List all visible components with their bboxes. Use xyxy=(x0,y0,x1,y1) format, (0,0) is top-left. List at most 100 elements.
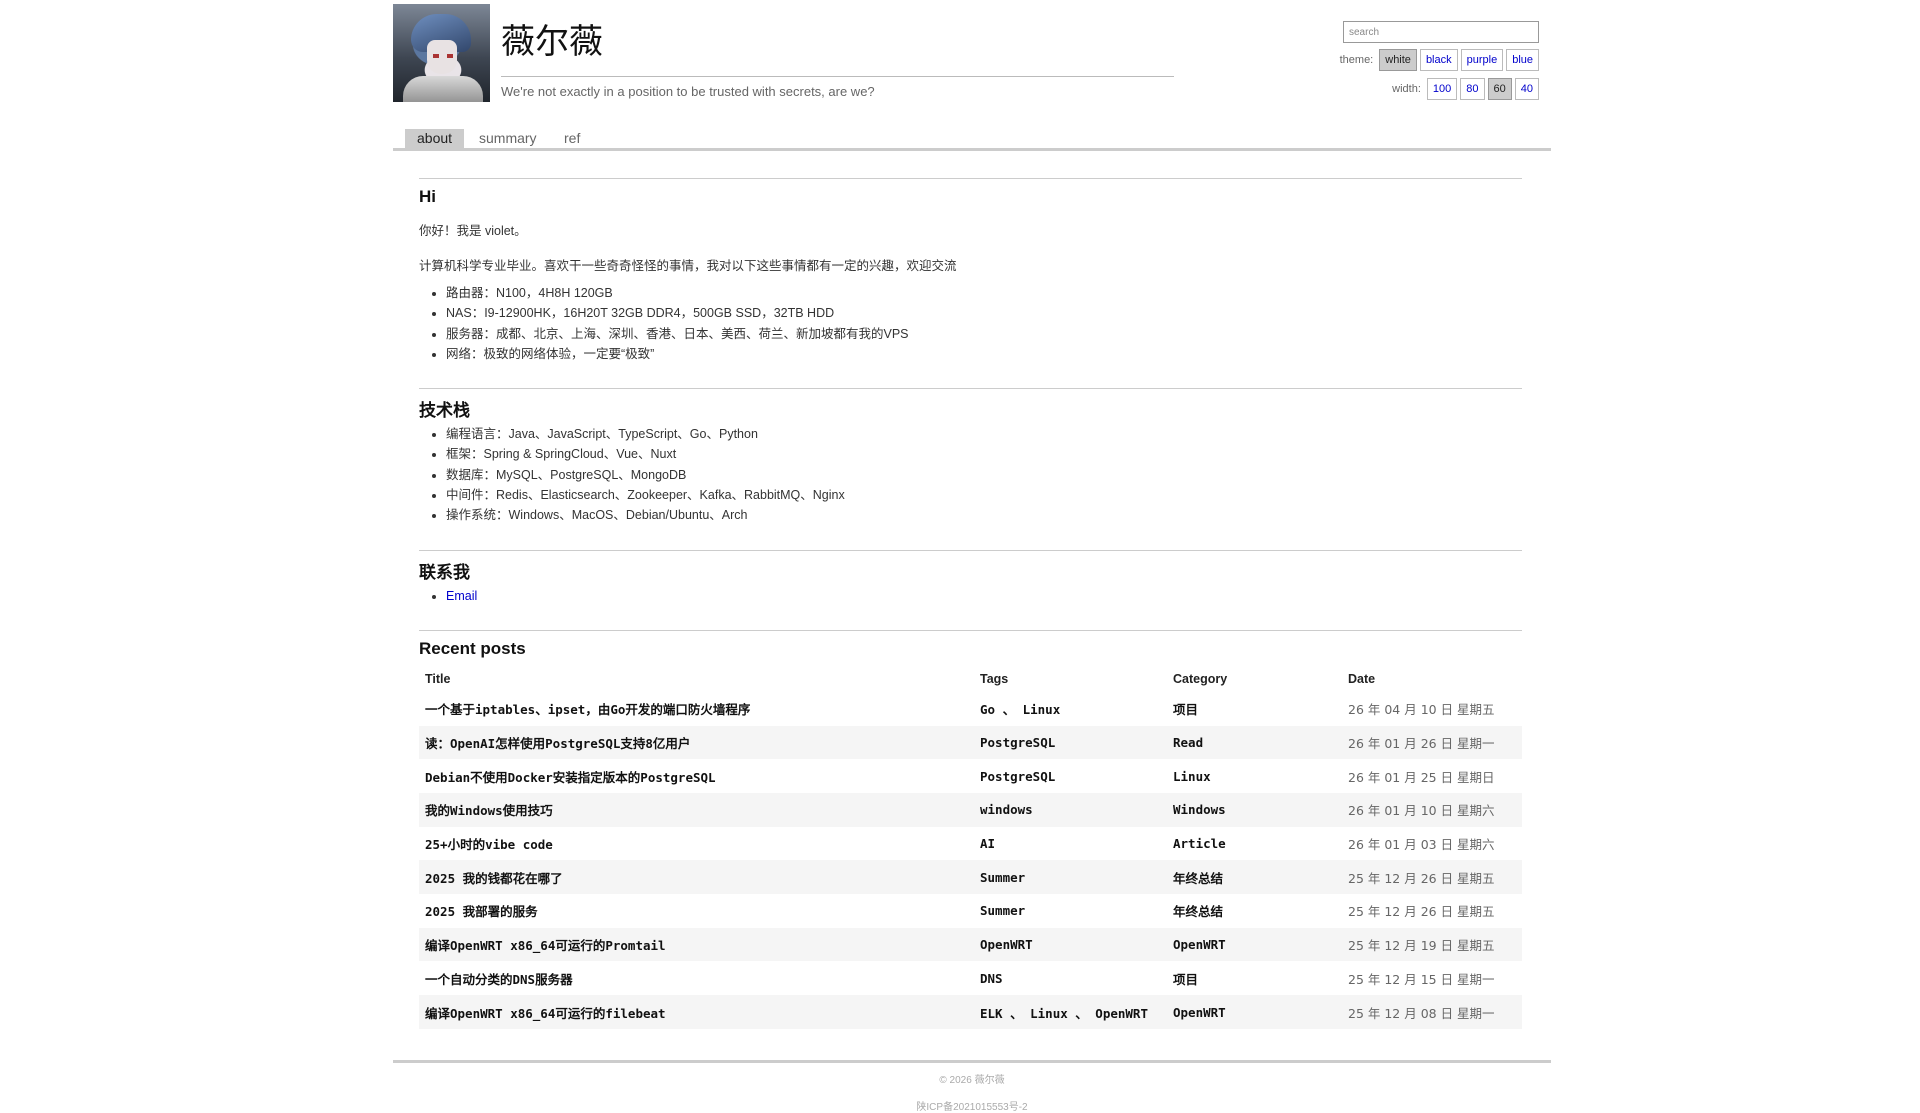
width-option-100[interactable]: 100 xyxy=(1426,78,1458,100)
post-date: 25 年 12 月 19 日 星期五 xyxy=(1342,927,1522,962)
post-date: 25 年 12 月 15 日 星期一 xyxy=(1348,971,1495,987)
footer-copyright: © 2026 薇尔薇 xyxy=(939,1075,1005,1086)
list-item: 编程语言：Java、JavaScript、TypeScript、Go、Pytho… xyxy=(446,424,1522,444)
width-option-60[interactable]: 60 xyxy=(1487,78,1512,100)
post-category-link[interactable]: OpenWRT xyxy=(1173,1005,1226,1020)
post-title-link[interactable]: 2025 我的钱都花在哪了 xyxy=(425,871,563,886)
post-category-link[interactable]: 年终总结 xyxy=(1173,871,1223,886)
theme-switcher: theme: white black purple blue xyxy=(1340,49,1539,71)
page: 薇尔薇 We're not exactly in a position to b… xyxy=(393,0,1551,1113)
stack-section: 技术栈 编程语言：Java、JavaScript、TypeScript、Go、P… xyxy=(419,388,1522,525)
contact-heading: 联系我 xyxy=(419,562,470,582)
table-row: 一个自动分类的DNS服务器 DNS 项目 25 年 12 月 15 日 星期一 xyxy=(419,961,1522,995)
post-category-link[interactable]: OpenWRT xyxy=(1173,937,1226,952)
column-header-date: Date xyxy=(1348,671,1376,686)
avatar[interactable] xyxy=(393,4,490,102)
post-tags-link[interactable]: Summer xyxy=(980,903,1025,918)
main-content: Hi 你好！我是 violet。 计算机科学专业毕业。喜欢干一些奇奇怪怪的事情，… xyxy=(419,178,1522,1029)
about-list: 路由器：N100，4H8H 120GB NAS：I9-12900HK，16H20… xyxy=(419,283,1522,364)
post-date: 25 年 12 月 26 日 星期五 xyxy=(1348,904,1495,920)
search-input[interactable] xyxy=(1343,21,1539,43)
post-title-link[interactable]: 编译OpenWRT x86_64可运行的Promtail xyxy=(425,938,666,953)
column-header-title: Title xyxy=(425,671,451,686)
post-title-link[interactable]: 我的Windows使用技巧 xyxy=(425,803,553,818)
table-row: 读：OpenAI怎样使用PostgreSQL支持8亿用户 PostgreSQL … xyxy=(419,725,1522,760)
recent-posts-section: Recent posts Title Tags Category Date 一个… xyxy=(419,629,1522,1029)
theme-option-black[interactable]: black xyxy=(1419,49,1458,71)
post-date: 26 年 01 月 10 日 星期六 xyxy=(1342,793,1522,827)
post-date: 26 年 01 月 03 日 星期六 xyxy=(1348,837,1495,853)
table-row: Debian不使用Docker安装指定版本的PostgreSQL Postgre… xyxy=(419,759,1522,793)
table-row: 编译OpenWRT x86_64可运行的filebeat ELK 、 Linux… xyxy=(419,995,1522,1029)
about-intro: 你好！我是 violet。 xyxy=(419,224,527,238)
post-category-link[interactable]: Linux xyxy=(1173,769,1211,784)
site-tagline: We're not exactly in a position to be tr… xyxy=(501,84,875,99)
list-item: 路由器：N100，4H8H 120GB xyxy=(446,283,1522,303)
post-date: 26 年 01 月 26 日 星期一 xyxy=(1342,725,1522,760)
post-category-link[interactable]: Windows xyxy=(1173,802,1226,817)
column-header-category: Category xyxy=(1173,671,1228,686)
post-tags-link[interactable]: Go 、 Linux xyxy=(980,702,1060,717)
email-link[interactable]: Email xyxy=(446,589,477,603)
post-tags-link[interactable]: Summer xyxy=(980,870,1025,885)
post-category-link[interactable]: Read xyxy=(1173,735,1203,750)
post-title-link[interactable]: 2025 我部署的服务 xyxy=(425,904,538,919)
column-header-tags: Tags xyxy=(980,671,1009,686)
post-tags-link[interactable]: ELK 、 Linux 、 OpenWRT xyxy=(980,1006,1148,1021)
title-divider xyxy=(501,76,1174,77)
footer-icp-link[interactable]: 陕ICP备2021015553号-2 xyxy=(393,1098,1551,1113)
post-category-link[interactable]: 项目 xyxy=(1173,972,1198,987)
width-option-80[interactable]: 80 xyxy=(1460,78,1485,100)
list-item: 数据库：MySQL、PostgreSQL、MongoDB xyxy=(446,465,1522,485)
stack-heading: 技术栈 xyxy=(419,401,470,421)
post-tags-link[interactable]: PostgreSQL xyxy=(980,769,1055,784)
site-footer: © 2026 薇尔薇 陕ICP备2021015553号-2 xyxy=(393,1060,1551,1113)
tab-ref[interactable]: ref xyxy=(552,129,592,148)
theme-option-purple[interactable]: purple xyxy=(1460,49,1504,71)
about-desc: 计算机科学专业毕业。喜欢干一些奇奇怪怪的事情，我对以下这些事情都有一定的兴趣，欢… xyxy=(419,259,957,273)
table-row: 我的Windows使用技巧 windows Windows 26 年 01 月 … xyxy=(419,793,1522,827)
post-category-link[interactable]: Article xyxy=(1173,836,1226,851)
site-header: 薇尔薇 We're not exactly in a position to b… xyxy=(393,0,1551,103)
post-title-link[interactable]: Debian不使用Docker安装指定版本的PostgreSQL xyxy=(425,770,716,785)
post-tags-link[interactable]: DNS xyxy=(980,971,1003,986)
theme-option-white[interactable]: white xyxy=(1379,49,1417,71)
tab-summary[interactable]: summary xyxy=(467,129,549,148)
list-item: 框架：Spring & SpringCloud、Vue、Nuxt xyxy=(446,444,1522,464)
post-date: 25 年 12 月 26 日 星期五 xyxy=(1342,860,1522,895)
width-option-40[interactable]: 40 xyxy=(1514,78,1539,100)
theme-label: theme: xyxy=(1339,54,1374,66)
stack-list: 编程语言：Java、JavaScript、TypeScript、Go、Pytho… xyxy=(419,424,1522,525)
tab-about[interactable]: about xyxy=(405,129,465,148)
post-title-link[interactable]: 25+小时的vibe code xyxy=(425,837,553,852)
post-date: 26 年 01 月 25 日 星期日 xyxy=(1348,769,1495,785)
theme-option-blue[interactable]: blue xyxy=(1506,49,1539,71)
about-section: Hi 你好！我是 violet。 计算机科学专业毕业。喜欢干一些奇奇怪怪的事情，… xyxy=(419,178,1522,364)
list-item: 网络：极致的网络体验，一定要“极致” xyxy=(446,344,1522,364)
post-title-link[interactable]: 一个自动分类的DNS服务器 xyxy=(425,972,573,987)
avatar-cloth xyxy=(403,76,483,102)
post-category-link[interactable]: 年终总结 xyxy=(1173,904,1223,919)
post-title-link[interactable]: 读：OpenAI怎样使用PostgreSQL支持8亿用户 xyxy=(425,736,690,751)
table-row: 2025 我的钱都花在哪了 Summer 年终总结 25 年 12 月 26 日… xyxy=(419,860,1522,895)
post-tags-link[interactable]: AI xyxy=(980,836,995,851)
list-item: 服务器：成都、北京、上海、深圳、香港、日本、美西、荷兰、新加坡都有我的VPS xyxy=(446,324,1522,344)
post-title-link[interactable]: 编译OpenWRT x86_64可运行的filebeat xyxy=(425,1006,666,1021)
list-item: 操作系统：Windows、MacOS、Debian/Ubuntu、Arch xyxy=(446,505,1522,525)
site-title[interactable]: 薇尔薇 xyxy=(501,14,603,63)
table-row: 25+小时的vibe code AI Article 26 年 01 月 03 … xyxy=(419,827,1522,861)
post-title-link[interactable]: 一个基于iptables、ipset，由Go开发的端口防火墙程序 xyxy=(425,702,750,717)
post-date: 25 年 12 月 08 日 星期一 xyxy=(1342,995,1522,1029)
post-category-link[interactable]: 项目 xyxy=(1173,702,1198,717)
contact-list: Email xyxy=(419,586,1522,606)
post-tags-link[interactable]: OpenWRT xyxy=(980,937,1033,952)
width-label: width: xyxy=(1392,83,1421,95)
contact-section: 联系我 Email xyxy=(419,549,1522,606)
post-tags-link[interactable]: PostgreSQL xyxy=(980,735,1055,750)
list-item: Email xyxy=(446,586,1522,606)
post-tags-link[interactable]: windows xyxy=(980,802,1033,817)
list-item: 中间件：Redis、Elasticsearch、Zookeeper、Kafka、… xyxy=(446,485,1522,505)
about-heading: Hi xyxy=(419,187,436,206)
width-switcher: width: 100 80 60 40 xyxy=(1392,78,1539,100)
table-row: 2025 我部署的服务 Summer 年终总结 25 年 12 月 26 日 星… xyxy=(419,894,1522,928)
